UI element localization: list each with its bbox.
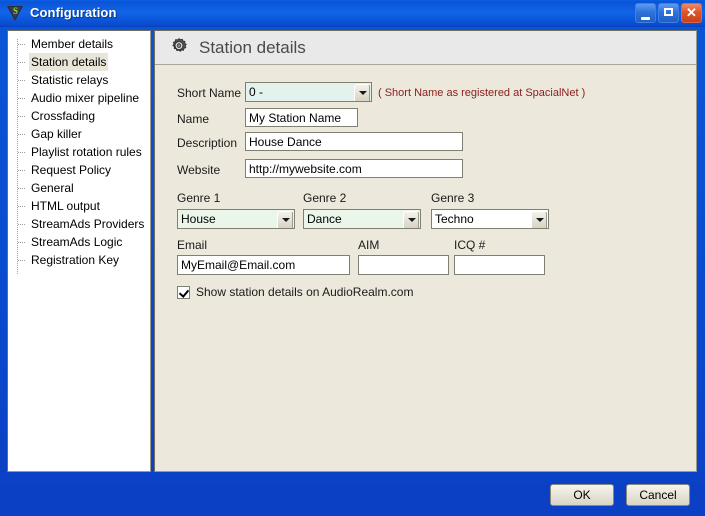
tree-dash-icon	[18, 170, 26, 171]
genre3-select[interactable]: Techno	[431, 209, 549, 229]
sidebar-item-gap-killer[interactable]: Gap killer	[8, 125, 150, 143]
sidebar-item-label: Member details	[31, 37, 114, 51]
name-input[interactable]: My Station Name	[245, 108, 358, 127]
sidebar-item-station-details[interactable]: Station details	[8, 53, 150, 71]
genre2-select[interactable]: Dance	[303, 209, 421, 229]
email-input[interactable]: MyEmail@Email.com	[177, 255, 350, 275]
show-station-details-row[interactable]: Show station details on AudioRealm.com	[177, 285, 413, 299]
show-station-details-label: Show station details on AudioRealm.com	[196, 285, 414, 299]
email-label: Email	[177, 238, 208, 252]
title-bar-left: S Configuration	[7, 4, 117, 22]
tree-dash-icon	[18, 134, 26, 135]
sidebar-item-general[interactable]: General	[8, 179, 150, 197]
website-input[interactable]: http://mywebsite.com	[245, 159, 463, 178]
sidebar-item-request-policy[interactable]: Request Policy	[8, 161, 150, 179]
tree-dash-icon	[18, 242, 26, 243]
sidebar-item-streamads-providers[interactable]: StreamAds Providers	[8, 215, 150, 233]
tree-dash-icon	[18, 152, 26, 153]
short-name-value: 0 -	[249, 85, 264, 99]
shield-icon: S	[7, 5, 24, 22]
sidebar-item-label: Audio mixer pipeline	[31, 91, 140, 105]
tree-dash-icon	[18, 224, 26, 225]
tree-dash-icon	[18, 98, 26, 99]
sidebar-item-statistic-relays[interactable]: Statistic relays	[8, 71, 150, 89]
sidebar-item-label: Gap killer	[31, 127, 82, 141]
sidebar-item-streamads-logic[interactable]: StreamAds Logic	[8, 233, 150, 251]
short-name-label: Short Name	[177, 86, 242, 100]
sidebar-item-playlist-rotation-rules[interactable]: Playlist rotation rules	[8, 143, 150, 161]
genre3-value: Techno	[435, 212, 474, 226]
minimize-button[interactable]	[635, 3, 656, 23]
sidebar-item-label: Registration Key	[31, 253, 120, 267]
chevron-down-icon[interactable]	[531, 211, 547, 228]
tree-dash-icon	[18, 44, 26, 45]
short-name-select[interactable]: 0 -	[245, 82, 372, 102]
station-details-panel: Station details Short Name 0 - ( Short N…	[154, 30, 697, 472]
tree-dash-icon	[18, 260, 26, 261]
ok-button[interactable]: OK	[550, 484, 614, 506]
dialog-footer: OK Cancel	[4, 476, 701, 512]
client-area: Member details Station details Statistic…	[4, 27, 701, 512]
window-controls: ✕	[635, 3, 702, 23]
settings-tree[interactable]: Member details Station details Statistic…	[7, 30, 151, 472]
maximize-button[interactable]	[658, 3, 679, 23]
panel-header: Station details	[155, 31, 696, 65]
genre1-select[interactable]: House	[177, 209, 295, 229]
tree-dash-icon	[18, 116, 26, 117]
sidebar-item-audio-mixer-pipeline[interactable]: Audio mixer pipeline	[8, 89, 150, 107]
sidebar-item-crossfading[interactable]: Crossfading	[8, 107, 150, 125]
sidebar-item-member-details[interactable]: Member details	[8, 35, 150, 53]
tree-root: Member details Station details Statistic…	[8, 31, 150, 275]
sidebar-item-label: Playlist rotation rules	[31, 145, 142, 159]
gear-icon	[167, 36, 191, 60]
tree-dash-icon	[18, 62, 26, 63]
chevron-down-icon[interactable]	[403, 211, 419, 228]
website-label: Website	[177, 163, 221, 177]
sidebar-item-label: General	[31, 181, 74, 195]
sidebar-item-html-output[interactable]: HTML output	[8, 197, 150, 215]
description-input[interactable]: House Dance	[245, 132, 463, 151]
chevron-down-icon[interactable]	[277, 211, 293, 228]
genre2-label: Genre 2	[303, 191, 347, 205]
description-label: Description	[177, 136, 238, 150]
genre1-value: House	[181, 212, 216, 226]
aim-label: AIM	[358, 238, 380, 252]
sidebar-item-label: StreamAds Providers	[31, 217, 145, 231]
sidebar-item-label: Station details	[29, 53, 109, 71]
sidebar-item-label: StreamAds Logic	[31, 235, 123, 249]
cancel-button[interactable]: Cancel	[626, 484, 690, 506]
sidebar-item-label: Request Policy	[31, 163, 112, 177]
icq-input[interactable]	[454, 255, 545, 275]
sidebar-item-label: HTML output	[31, 199, 100, 213]
genre2-value: Dance	[307, 212, 342, 226]
tree-dash-icon	[18, 80, 26, 81]
genre3-label: Genre 3	[431, 191, 475, 205]
page-title: Station details	[199, 38, 306, 57]
short-name-hint: ( Short Name as registered at SpacialNet…	[378, 87, 586, 99]
tree-dash-icon	[18, 206, 26, 207]
configuration-window: S Configuration ✕ Member details Station…	[0, 0, 705, 516]
icq-label: ICQ #	[454, 238, 486, 252]
name-label: Name	[177, 112, 210, 126]
sidebar-item-registration-key[interactable]: Registration Key	[8, 251, 150, 269]
genre1-label: Genre 1	[177, 191, 221, 205]
title-bar[interactable]: S Configuration ✕	[0, 0, 705, 27]
window-title: Configuration	[30, 5, 117, 20]
close-button[interactable]: ✕	[681, 3, 702, 23]
show-station-details-checkbox[interactable]	[177, 285, 190, 299]
aim-input[interactable]	[358, 255, 449, 275]
sidebar-item-label: Statistic relays	[31, 73, 109, 87]
sidebar-item-label: Crossfading	[31, 109, 96, 123]
tree-dash-icon	[18, 188, 26, 189]
chevron-down-icon[interactable]	[354, 84, 370, 101]
